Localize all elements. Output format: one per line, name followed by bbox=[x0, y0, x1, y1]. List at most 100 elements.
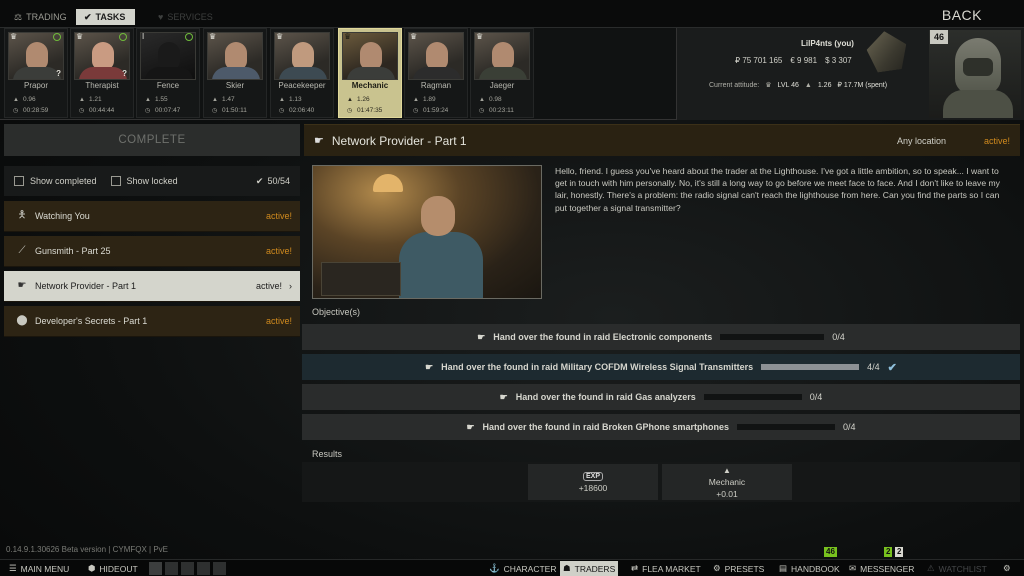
version-label: 0.14.9.1.30626 Beta version | CYMFQX | P… bbox=[6, 545, 169, 554]
tab-trading[interactable]: ⚖ TRADING bbox=[6, 9, 77, 25]
crown-icon: ♛ bbox=[276, 32, 284, 41]
reward-reputation: ▲ Mechanic +0.01 bbox=[662, 464, 792, 500]
trader-reputation: ▲ 1.55 bbox=[145, 96, 168, 103]
hideout-button[interactable]: ⬢ HIDEOUT bbox=[85, 561, 141, 576]
flea-market-button[interactable]: ⇄ FLEA MARKET bbox=[628, 561, 704, 576]
show-completed-checkbox[interactable] bbox=[14, 176, 24, 186]
objective-progress-bar bbox=[761, 364, 860, 370]
objective-row[interactable]: ☛ Hand over the found in raid Military C… bbox=[302, 354, 1020, 380]
reward-value: +18600 bbox=[578, 482, 608, 493]
traders-button[interactable]: ☗ TRADERS bbox=[560, 561, 619, 576]
clock-icon: ◷ bbox=[212, 107, 218, 114]
hand-icon: ☛ bbox=[499, 391, 508, 402]
objective-row[interactable]: ☛ Hand over the found in raid Electronic… bbox=[302, 324, 1020, 350]
quest-item-network-provider-1[interactable]: ☛ Network Provider - Part 1 active! › bbox=[4, 271, 300, 302]
currency-balances: ₽ 75 701 165 € 9 981 $ 3 307 bbox=[735, 56, 852, 65]
menu-icon: ☰ bbox=[9, 563, 17, 573]
clock-icon: ◷ bbox=[79, 107, 85, 114]
quest-name: Network Provider - Part 1 bbox=[35, 281, 137, 291]
euros-balance: € 9 981 bbox=[790, 56, 818, 65]
check-icon bbox=[53, 33, 61, 41]
quest-status: active! bbox=[265, 316, 292, 326]
reputation-icon: ▲ bbox=[212, 96, 218, 103]
quest-status: active! bbox=[255, 281, 282, 291]
settings-button[interactable]: ⚙ bbox=[1000, 561, 1014, 576]
trader-restock-timer: ◷ 00:07:47 bbox=[145, 107, 181, 114]
objective-progress-bar bbox=[703, 394, 802, 400]
map-pin-icon: ⬤ bbox=[16, 315, 28, 326]
objective-text: Hand over the found in raid Broken GPhon… bbox=[482, 422, 730, 432]
trader-restock-timer: ◷ 01:47:35 bbox=[347, 107, 383, 114]
empty-slot[interactable] bbox=[213, 562, 226, 575]
reward-value: +0.01 bbox=[716, 488, 738, 499]
player-slot[interactable] bbox=[149, 562, 162, 575]
tab-tasks[interactable]: ✔ TASKS bbox=[76, 9, 136, 25]
quest-name: Gunsmith - Part 25 bbox=[35, 246, 111, 256]
check-icon bbox=[185, 33, 193, 41]
clock-icon: ◷ bbox=[347, 107, 353, 114]
crown-icon: ♛ bbox=[344, 32, 352, 41]
trader-card-skier[interactable]: ♛ Skier ▲ 1.47 ◷ 01:50:11 bbox=[203, 28, 267, 118]
player-emblem bbox=[864, 28, 909, 73]
quest-item-watching-you[interactable]: 🯅 Watching You active! bbox=[4, 201, 300, 232]
hand-icon: ☛ bbox=[425, 361, 434, 372]
quest-detail-header: ☛ Network Provider - Part 1 Any location… bbox=[304, 124, 1020, 156]
objective-row[interactable]: ☛ Hand over the found in raid Broken GPh… bbox=[302, 414, 1020, 440]
objective-count: 4/4 bbox=[867, 362, 880, 372]
trader-reputation: ▲ 0.98 bbox=[479, 96, 502, 103]
book-icon: ▤ bbox=[779, 563, 788, 573]
clock-icon: ◷ bbox=[145, 107, 151, 114]
trader-card-prapor[interactable]: ♛ ? Prapor ▲ 0.96 ◷ 00:28:59 bbox=[4, 28, 68, 118]
check-icon bbox=[119, 33, 127, 41]
check-circle-icon: ✔ bbox=[84, 12, 92, 22]
clock-icon: ◷ bbox=[413, 107, 419, 114]
quest-item-gunsmith-25[interactable]: ⟋ Gunsmith - Part 25 active! bbox=[4, 236, 300, 267]
objective-count: 0/4 bbox=[843, 422, 856, 432]
reputation-icon: ▲ bbox=[279, 96, 285, 103]
fence-badge: I bbox=[142, 32, 145, 41]
trader-reputation: ▲ 1.21 bbox=[79, 96, 102, 103]
quest-name: Developer's Secrets - Part 1 bbox=[35, 316, 148, 326]
objective-row[interactable]: ☛ Hand over the found in raid Gas analyz… bbox=[302, 384, 1020, 410]
trader-reputation: ▲ 1.47 bbox=[212, 96, 235, 103]
presets-button[interactable]: ⚙ PRESETS bbox=[710, 561, 767, 576]
check-circle-icon: ✔ bbox=[255, 175, 264, 186]
objective-count: 0/4 bbox=[832, 332, 845, 342]
empty-slot[interactable] bbox=[165, 562, 178, 575]
empty-slot[interactable] bbox=[181, 562, 194, 575]
trader-card-jaeger[interactable]: ♛ Jaeger ▲ 0.98 ◷ 00:23:11 bbox=[470, 28, 534, 118]
gear-icon: ⚙ bbox=[1003, 563, 1011, 573]
show-locked-label: Show locked bbox=[126, 176, 178, 186]
quest-name: Watching You bbox=[35, 211, 90, 221]
crown-icon: ♛ bbox=[76, 32, 84, 41]
trader-card-mechanic[interactable]: ♛ Mechanic ▲ 1.26 ◷ 01:47:35 bbox=[338, 28, 402, 118]
objective-count: 0/4 bbox=[809, 392, 823, 402]
quest-location: Any location bbox=[896, 135, 946, 146]
empty-slot[interactable] bbox=[197, 562, 210, 575]
trader-card-ragman[interactable]: ♛ Ragman ▲ 1.89 ◷ 01:59:24 bbox=[404, 28, 468, 118]
objective-progress-bar bbox=[720, 334, 825, 340]
character-button[interactable]: ⚓ CHARACTER bbox=[486, 561, 560, 576]
trader-card-fence[interactable]: I Fence ▲ 1.55 ◷ 00:07:47 bbox=[136, 28, 200, 118]
trader-card-peacekeeper[interactable]: ♛ Peacekeeper ▲ 1.13 ◷ 02:06:40 bbox=[270, 28, 334, 118]
reputation-icon: ▲ bbox=[79, 96, 85, 103]
main-menu-button[interactable]: ☰ MAIN MENU bbox=[6, 561, 72, 576]
back-button[interactable]: BACK bbox=[942, 7, 982, 23]
messenger-button[interactable]: ✉ MESSENGER bbox=[846, 561, 917, 576]
trader-card-therapist[interactable]: ♛ ? Therapist ▲ 1.21 ◷ 00:44:44 bbox=[70, 28, 134, 118]
quest-detail-status: active! bbox=[983, 135, 1010, 146]
tasks-screen: ⚖ TRADING ✔ TASKS ♥ SERVICES BACK ♛ ? Pr… bbox=[0, 0, 1024, 576]
crown-icon: ♛ bbox=[410, 32, 418, 41]
clock-icon: ◷ bbox=[479, 107, 485, 114]
handbook-button[interactable]: ▤ HANDBOOK bbox=[776, 561, 843, 576]
watchlist-button[interactable]: ⚠ WATCHLIST bbox=[924, 561, 990, 576]
dollars-balance: $ 3 307 bbox=[825, 56, 852, 65]
crown-icon: ♛ bbox=[10, 32, 18, 41]
traders-icon: ☗ bbox=[563, 563, 571, 573]
show-locked-checkbox[interactable] bbox=[110, 176, 121, 186]
trader-restock-timer: ◷ 01:59:24 bbox=[413, 107, 449, 114]
tab-services[interactable]: ♥ SERVICES bbox=[150, 9, 223, 25]
complete-button[interactable]: COMPLETE bbox=[4, 124, 300, 156]
results-label: Results bbox=[312, 449, 343, 459]
quest-item-developers-secrets-1[interactable]: ⬤ Developer's Secrets - Part 1 active! bbox=[4, 306, 300, 337]
